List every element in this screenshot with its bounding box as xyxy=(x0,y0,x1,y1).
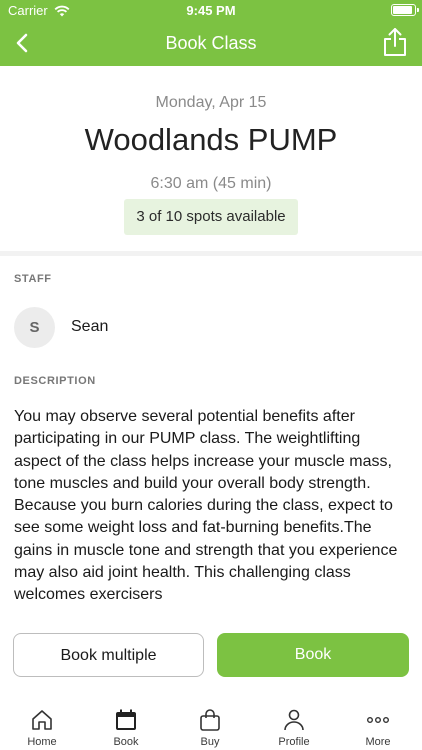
tab-profile[interactable]: Profile xyxy=(252,698,336,750)
person-icon xyxy=(284,709,304,731)
book-multiple-button[interactable]: Book multiple xyxy=(13,633,204,677)
section-divider xyxy=(0,251,422,256)
tab-home-label: Home xyxy=(27,736,57,748)
tab-book[interactable]: Book xyxy=(84,698,168,750)
staff-name[interactable]: Sean xyxy=(71,318,108,336)
tab-buy-label: Buy xyxy=(200,736,220,748)
class-time: 6:30 am (45 min) xyxy=(150,175,272,192)
page-title: Book Class xyxy=(165,33,257,53)
staff-avatar: S xyxy=(14,307,55,348)
battery-icon xyxy=(391,4,419,16)
status-bar: Carrier 9:45 PM xyxy=(0,0,422,20)
class-header: Monday, Apr 15 Woodlands PUMP 6:30 am (4… xyxy=(0,66,422,252)
spots-available-badge: 3 of 10 spots available xyxy=(124,199,298,235)
class-date: Monday, Apr 15 xyxy=(155,94,267,111)
tab-profile-label: Profile xyxy=(278,736,310,748)
tab-home[interactable]: Home xyxy=(0,698,84,750)
tab-bar: Home Book Buy Profile More xyxy=(0,698,422,750)
top-bar: Carrier 9:45 PM Book Class xyxy=(0,0,422,66)
description-section-label: DESCRIPTION xyxy=(14,375,96,387)
status-time: 9:45 PM xyxy=(186,3,236,18)
book-button[interactable]: Book xyxy=(217,633,409,677)
tab-more-label: More xyxy=(365,736,391,748)
class-name: Woodlands PUMP xyxy=(84,122,338,157)
more-icon xyxy=(367,716,390,723)
tab-more[interactable]: More xyxy=(336,698,420,750)
home-icon xyxy=(32,710,52,730)
tab-book-label: Book xyxy=(113,736,139,748)
tab-buy[interactable]: Buy xyxy=(168,698,252,750)
class-description: You may observe several potential benefi… xyxy=(14,408,398,604)
nav-bar: Book Class xyxy=(0,22,422,64)
calendar-icon xyxy=(116,709,136,730)
bag-icon xyxy=(200,709,220,731)
share-icon[interactable] xyxy=(380,26,410,58)
staff-section-label: STAFF xyxy=(14,273,52,285)
